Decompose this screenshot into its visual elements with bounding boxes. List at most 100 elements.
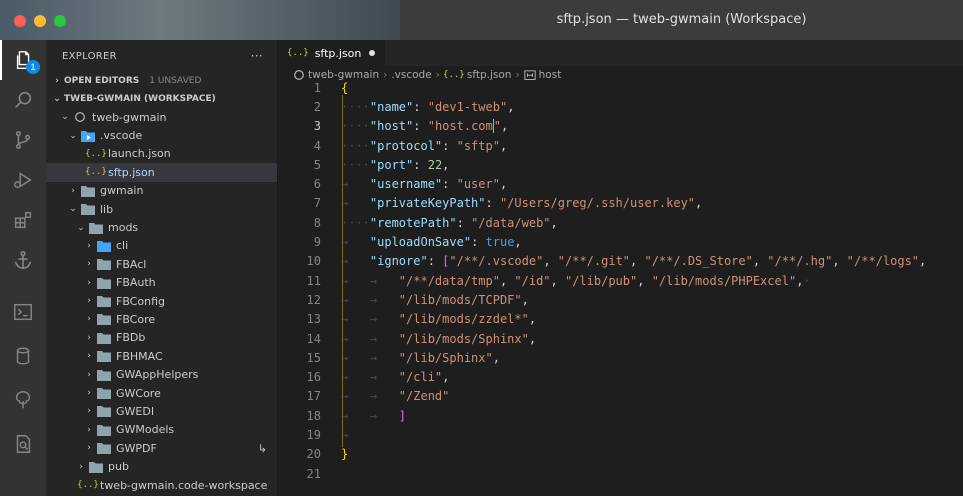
tree-item[interactable]: › FBAcl — [46, 255, 277, 273]
code-line[interactable]: 11 → → "/**/data/tmp", "/id", "/lib/pub",… — [279, 271, 963, 290]
code-line[interactable]: 8 ····"remotePath": "/data/web", — [279, 213, 963, 232]
json-file-icon: {..} — [85, 167, 107, 178]
tree-item[interactable]: › FBConfig — [46, 292, 277, 310]
explorer-header: EXPLORER ··· — [46, 40, 277, 72]
tree-item[interactable]: ⌄ mods — [46, 218, 277, 236]
chevron-right-icon: › — [87, 369, 91, 380]
code-line[interactable]: 12 → → "/lib/mods/TCPDF", — [279, 290, 963, 309]
tree-item[interactable]: ⌄ tweb-gwmain — [46, 108, 277, 126]
tree-item[interactable]: › gwmain — [46, 182, 277, 200]
code-line[interactable]: 21 — [279, 464, 963, 483]
code-line[interactable]: 6 → "username": "user", — [279, 174, 963, 193]
tab-bar: {..} sftp.json — [279, 40, 963, 66]
workspace-section[interactable]: ⌄ TWEB-GWMAIN (WORKSPACE) — [46, 90, 277, 108]
code-line[interactable]: 14 → → "/lib/mods/Sphinx", — [279, 329, 963, 348]
code-line[interactable]: 2 ····"name": "dev1-tweb", — [279, 97, 963, 116]
code-token: → → — [341, 370, 399, 385]
tree-item[interactable]: {..} launch.json — [46, 145, 277, 163]
code-token: , — [507, 99, 515, 114]
chevron-down-icon: ⌄ — [61, 112, 69, 123]
code-line[interactable]: 1{ — [279, 78, 963, 97]
tree-item[interactable]: › GWAppHelpers — [46, 365, 277, 383]
code-token: → → — [341, 312, 399, 327]
source-control-icon[interactable] — [0, 120, 46, 160]
report-icon[interactable] — [0, 424, 46, 464]
tree-item[interactable]: › GWCore — [46, 384, 277, 402]
code-token: "/**/logs" — [846, 254, 920, 269]
unsaved-dot-icon[interactable] — [369, 50, 375, 56]
code-line[interactable]: 3 ····"host": "host.com", — [279, 117, 963, 136]
code-token: ···· — [341, 138, 370, 153]
code-token: , — [637, 273, 652, 288]
database-icon[interactable] — [0, 336, 46, 376]
run-debug-icon[interactable] — [0, 160, 46, 200]
code-token: → → — [341, 408, 399, 423]
folder-icon — [88, 221, 104, 235]
code-line[interactable]: 10 → "ignore": ["/**/.vscode", "/**/.git"… — [279, 252, 963, 271]
more-actions-button[interactable]: ··· — [251, 49, 263, 63]
tree-item[interactable]: › FBHMAC — [46, 347, 277, 365]
code-line[interactable]: 5 ····"port": 22, — [279, 155, 963, 174]
code-token: "/lib/pub" — [564, 273, 638, 288]
tree-item-label: FBHMAC — [116, 349, 163, 363]
tree-item[interactable]: ⌄ .vscode — [46, 126, 277, 144]
anchor-icon[interactable] — [0, 240, 46, 280]
search-icon[interactable] — [0, 80, 46, 120]
explorer-icon[interactable]: 1 — [0, 40, 46, 80]
chevron-right-icon: › — [71, 185, 75, 196]
code-line[interactable]: 15 → → "/lib/Sphinx", — [279, 348, 963, 367]
code-line[interactable]: 20} — [279, 445, 963, 464]
open-editors-label: OPEN EDITORS — [64, 76, 140, 86]
code-token: , — [543, 254, 558, 269]
minimize-window-button[interactable] — [34, 15, 46, 27]
open-editors-section[interactable]: › OPEN EDITORS 1 UNSAVED — [46, 72, 277, 90]
chevron-down-icon: ⌄ — [69, 204, 77, 215]
code-editor[interactable]: 1{2 ····"name": "dev1-tweb", 3 ····"host": … — [279, 78, 963, 483]
tree-item[interactable]: › pub — [46, 457, 277, 475]
tree-item[interactable]: › FBCore — [46, 310, 277, 328]
code-line[interactable]: 4 ····"protocol": "sftp", — [279, 136, 963, 155]
tree-item[interactable]: ⌄ lib — [46, 200, 277, 218]
code-token: "/cli" — [398, 370, 443, 385]
code-line[interactable]: 18 → → ] — [279, 406, 963, 425]
code-token: "/**/.hg" — [767, 254, 833, 269]
tree-item[interactable]: {..} tweb-gwmain.code-workspace — [46, 476, 277, 494]
explorer-badge: 1 — [26, 60, 40, 74]
folder-icon — [96, 349, 112, 363]
line-number: 21 — [306, 466, 321, 481]
json-file-icon: {..} — [287, 48, 309, 58]
folder-vscode-icon — [80, 129, 96, 143]
code-line[interactable]: 17 → → "/Zend" — [279, 387, 963, 406]
code-token: ···· — [341, 99, 370, 114]
tree-item[interactable]: › cli — [46, 237, 277, 255]
tab-sftp-json[interactable]: {..} sftp.json — [279, 40, 385, 66]
tree-item[interactable]: › GWModels — [46, 421, 277, 439]
code-token: → → — [341, 350, 399, 365]
code-text: → → "/lib/mods/TCPDF", — [321, 293, 529, 307]
code-text: ····"remotePath": "/data/web", — [321, 216, 558, 230]
code-line[interactable]: 7 → "privateKeyPath": "/Users/greg/.ssh/u… — [279, 194, 963, 213]
code-line[interactable]: 16 → → "/cli", — [279, 367, 963, 386]
tree-item[interactable]: › GWEDI — [46, 402, 277, 420]
close-window-button[interactable] — [14, 15, 26, 27]
zoom-window-button[interactable] — [54, 15, 66, 27]
collapse-arrow-icon[interactable]: ↳ — [258, 442, 267, 455]
code-text: → "privateKeyPath": "/Users/greg/.ssh/us… — [321, 196, 702, 210]
code-line[interactable]: 13 → → "/lib/mods/zzdel*", — [279, 310, 963, 329]
code-line[interactable]: 9 → "uploadOnSave": true, — [279, 232, 963, 251]
extensions-icon[interactable] — [0, 200, 46, 240]
code-token: , — [521, 292, 529, 307]
code-token: , — [630, 254, 645, 269]
tree-item[interactable]: {..} sftp.json — [46, 163, 277, 182]
code-token: "/lib/Sphinx" — [398, 350, 493, 365]
code-token: "/lib/mods/zzdel*" — [398, 312, 529, 327]
code-token: "/data/web" — [471, 215, 551, 230]
code-line[interactable]: 19 → — [279, 425, 963, 444]
tree-item-label: mods — [108, 221, 139, 235]
terminal-icon[interactable] — [0, 292, 46, 332]
tree-item[interactable]: › FBDb — [46, 329, 277, 347]
code-token: → → — [341, 331, 399, 346]
tree-icon[interactable] — [0, 380, 46, 420]
tree-item[interactable]: › GWPDF ↳ — [46, 439, 277, 457]
tree-item[interactable]: › FBAuth — [46, 274, 277, 292]
